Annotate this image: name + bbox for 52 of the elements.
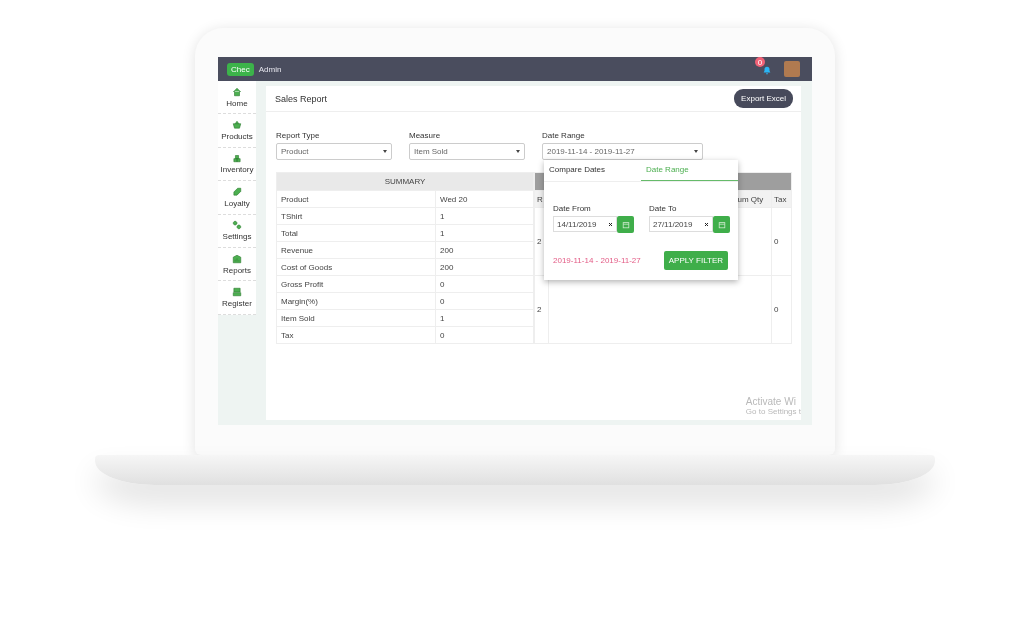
table-cell: Total — [276, 224, 436, 242]
filter-label: Date Range — [542, 131, 586, 140]
table-cell: 0 — [435, 275, 534, 293]
app-title: Admin — [258, 64, 282, 74]
calendar-icon — [717, 220, 726, 229]
register-icon — [232, 287, 242, 298]
app-logo: Chec — [227, 62, 254, 76]
table-cell: 0 — [435, 326, 534, 344]
activation-notice: Activate Wi — [745, 396, 797, 407]
table-cell: 1 — [435, 207, 534, 225]
selected-range-text: 2019-11-14 - 2019-11-27 — [553, 256, 641, 265]
date-field[interactable]: 27/11/2019 — [649, 216, 713, 232]
boxes-icon — [232, 153, 242, 164]
filter-label: Report Type — [276, 131, 321, 140]
dropdown-field[interactable]: Product — [276, 143, 392, 160]
calendar-icon — [621, 220, 630, 229]
clear-icon[interactable] — [608, 221, 613, 227]
table-cell: Item Sold — [276, 309, 436, 327]
table-cell: 0 — [771, 275, 792, 344]
caret-icon — [383, 150, 387, 153]
table-cell: Gross Profit — [276, 275, 436, 293]
date-field[interactable]: 14/11/2019 — [553, 216, 617, 232]
dropdown-field[interactable]: Item Sold — [409, 143, 525, 160]
table-cell: Cost of Goods — [276, 258, 436, 276]
table-cell: 200 — [435, 258, 534, 276]
table-cell: 1 — [435, 224, 534, 242]
table-cell: 200 — [435, 241, 534, 259]
table-cell: 1 — [435, 309, 534, 327]
tag-icon — [232, 186, 242, 197]
caret-icon — [516, 150, 520, 153]
export-button[interactable]: Export Excel — [734, 89, 793, 108]
table-cell: Wed 20 — [435, 190, 534, 208]
table-cell: Margin(%) — [276, 292, 436, 310]
notification-badge: 0 — [755, 57, 765, 67]
table-cell: Tax — [276, 326, 436, 344]
home-icon — [232, 86, 242, 97]
dropdown-field[interactable]: 2019-11-14 - 2019-11-27 — [542, 143, 703, 160]
date-label: Date From — [553, 204, 592, 213]
table-cell: 0 — [771, 207, 792, 276]
table-heading: SUMMARY — [276, 172, 534, 191]
table-cell: Product — [276, 190, 436, 208]
page-title: Sales Report — [275, 93, 328, 104]
filter-label: Measure — [409, 131, 442, 140]
table-cell: Revenue — [276, 241, 436, 259]
caret-icon — [694, 150, 698, 153]
date-label: Date To — [649, 204, 678, 213]
clear-icon[interactable] — [704, 221, 709, 227]
bell-icon[interactable] — [762, 65, 772, 75]
tab[interactable]: Compare Dates — [544, 160, 641, 181]
table-cell: 0 — [435, 292, 534, 310]
table-cell: TShirt — [276, 207, 436, 225]
basket-icon — [232, 120, 242, 131]
